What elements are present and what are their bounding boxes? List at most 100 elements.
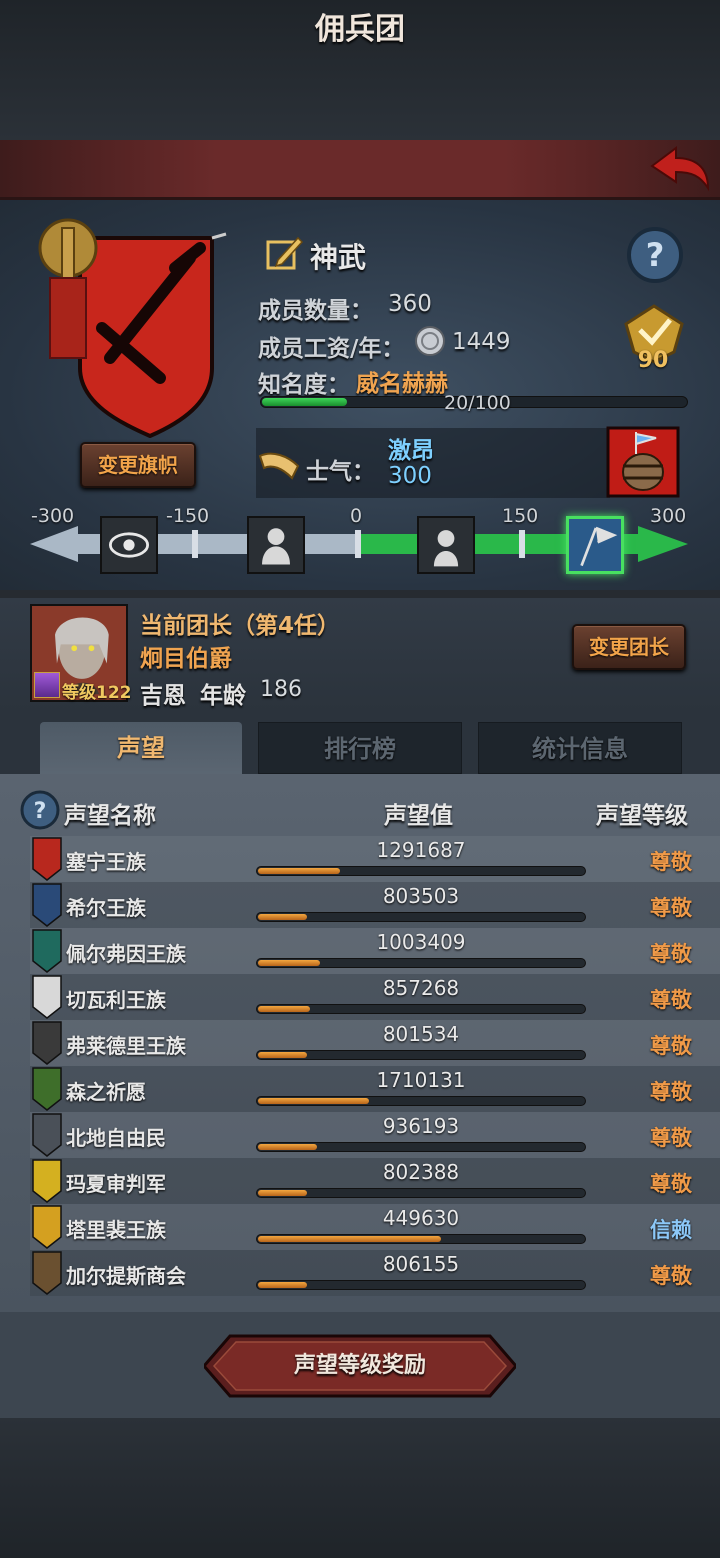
change-banner-button[interactable]: 变更旗帜 bbox=[80, 442, 196, 488]
svg-text:?: ? bbox=[646, 236, 665, 274]
scale-tick-label: 150 bbox=[502, 505, 539, 527]
faction-emblem-icon bbox=[32, 837, 62, 881]
reputation-row[interactable]: 森之祈愿 1710131 尊敬 bbox=[30, 1066, 720, 1112]
reputation-value: 449630 bbox=[382, 1206, 460, 1230]
morale-value: 300 bbox=[388, 463, 432, 489]
reputation-value: 857268 bbox=[382, 976, 460, 1000]
column-header-name: 声望名称 bbox=[64, 803, 156, 829]
reputation-row[interactable]: 佩尔弗因王族 1003409 尊敬 bbox=[30, 928, 720, 974]
reputation-value: 801534 bbox=[382, 1022, 460, 1046]
reputation-level: 尊敬 bbox=[650, 1080, 692, 1104]
reputation-progress-fill bbox=[258, 1282, 307, 1288]
tab-ranking[interactable]: 排行榜 bbox=[258, 722, 462, 774]
horn-icon bbox=[258, 452, 300, 480]
members-label: 成员数量： bbox=[258, 298, 373, 324]
reputation-progress-fill bbox=[258, 914, 307, 920]
reputation-row[interactable]: 北地自由民 936193 尊敬 bbox=[30, 1112, 720, 1158]
reputation-level: 尊敬 bbox=[650, 896, 692, 920]
leader-age: 186 bbox=[260, 677, 302, 702]
reputation-level: 尊敬 bbox=[650, 1034, 692, 1058]
help-icon[interactable]: ? bbox=[20, 790, 60, 830]
faction-emblem-icon bbox=[32, 975, 62, 1019]
faction-name: 切瓦利王族 bbox=[66, 988, 166, 1012]
page-title: 佣兵团 bbox=[315, 12, 405, 47]
supply-barrel-icon[interactable] bbox=[606, 426, 680, 498]
column-header-level: 声望等级 bbox=[596, 803, 688, 829]
reputation-progress-fill bbox=[258, 960, 320, 966]
faction-emblem-icon bbox=[32, 1113, 62, 1157]
faction-name: 塔里裴王族 bbox=[66, 1218, 166, 1242]
edit-name-icon[interactable] bbox=[264, 234, 304, 274]
reputation-value: 806155 bbox=[382, 1252, 460, 1276]
morale-despair-icon[interactable] bbox=[100, 516, 158, 574]
scale-tick-label: -300 bbox=[31, 505, 75, 527]
faction-name: 森之祈愿 bbox=[66, 1080, 146, 1104]
faction-emblem-icon bbox=[32, 883, 62, 927]
members-value: 360 bbox=[388, 291, 432, 317]
reputation-progress-fill bbox=[258, 1190, 307, 1196]
faction-emblem-icon bbox=[32, 1251, 62, 1295]
column-header-value: 声望值 bbox=[384, 803, 453, 829]
reputation-row[interactable]: 塞宁王族 1291687 尊敬 bbox=[30, 836, 720, 882]
class-icon bbox=[34, 672, 60, 698]
reputation-row[interactable]: 希尔王族 803503 尊敬 bbox=[30, 882, 720, 928]
reputation-value: 1003409 bbox=[376, 930, 466, 954]
reputation-progress-fill bbox=[258, 1144, 317, 1150]
reputation-level: 尊敬 bbox=[650, 988, 692, 1012]
reputation-row[interactable]: 玛夏审判军 802388 尊敬 bbox=[30, 1158, 720, 1204]
change-leader-button[interactable]: 变更团长 bbox=[572, 624, 686, 670]
faction-name: 加尔提斯商会 bbox=[66, 1264, 186, 1288]
help-icon[interactable]: ? bbox=[626, 226, 684, 284]
wage-value: 1449 bbox=[452, 329, 511, 355]
svg-text:?: ? bbox=[34, 799, 47, 824]
title-bar bbox=[0, 140, 720, 200]
faction-emblem-icon bbox=[32, 1021, 62, 1065]
scale-tick-label: 0 bbox=[350, 505, 363, 527]
morale-calm-icon[interactable] bbox=[417, 516, 475, 574]
company-name: 神武 bbox=[310, 241, 367, 274]
reputation-progress-fill bbox=[258, 1052, 307, 1058]
faction-name: 佩尔弗因王族 bbox=[66, 942, 186, 966]
reputation-level: 尊敬 bbox=[650, 1126, 692, 1150]
reputation-progress-fill bbox=[258, 1236, 441, 1242]
faction-emblem-icon bbox=[32, 1067, 62, 1111]
faction-name: 北地自由民 bbox=[66, 1126, 166, 1150]
tab-reputation[interactable]: 声望 bbox=[40, 722, 242, 774]
reputation-row[interactable]: 塔里裴王族 449630 信赖 bbox=[30, 1204, 720, 1250]
leader-name: 吉恩 bbox=[140, 683, 186, 709]
reputation-progress-fill bbox=[258, 1006, 310, 1012]
reputation-level: 尊敬 bbox=[650, 1264, 692, 1288]
reputation-value: 936193 bbox=[382, 1114, 460, 1138]
silver-coin-icon bbox=[415, 326, 445, 356]
leader-rank: 炯目伯爵 bbox=[140, 646, 232, 672]
rank-badge-value: 90 bbox=[637, 348, 669, 373]
reputation-progress-fill bbox=[258, 868, 340, 874]
morale-excited-icon[interactable] bbox=[566, 516, 624, 574]
faction-name: 塞宁王族 bbox=[66, 850, 146, 874]
reputation-level: 信赖 bbox=[650, 1218, 692, 1242]
faction-emblem-icon bbox=[32, 929, 62, 973]
fame-label: 知名度： bbox=[258, 372, 350, 398]
fame-progress-fill bbox=[262, 398, 347, 406]
back-arrow-icon[interactable] bbox=[646, 144, 712, 194]
company-banner-emblem bbox=[38, 218, 227, 438]
reputation-value: 1710131 bbox=[376, 1068, 466, 1092]
faction-name: 希尔王族 bbox=[66, 896, 146, 920]
wage-label: 成员工资/年： bbox=[258, 336, 405, 362]
reputation-level: 尊敬 bbox=[650, 1172, 692, 1196]
reputation-reward-label[interactable]: 声望等级奖励 bbox=[204, 1334, 516, 1398]
scale-tick-label: 300 bbox=[650, 505, 687, 527]
reputation-value: 803503 bbox=[382, 884, 460, 908]
reputation-row[interactable]: 切瓦利王族 857268 尊敬 bbox=[30, 974, 720, 1020]
morale-label: 士气： bbox=[306, 459, 375, 485]
faction-emblem-icon bbox=[32, 1205, 62, 1249]
morale-fear-icon[interactable] bbox=[247, 516, 305, 574]
reputation-progress-fill bbox=[258, 1098, 369, 1104]
reputation-value: 802388 bbox=[382, 1160, 460, 1184]
tab-statistics[interactable]: 统计信息 bbox=[478, 722, 682, 774]
reputation-row[interactable]: 弗莱德里王族 801534 尊敬 bbox=[30, 1020, 720, 1066]
reputation-value: 1291687 bbox=[376, 838, 466, 862]
reputation-row[interactable]: 加尔提斯商会 806155 尊敬 bbox=[30, 1250, 720, 1296]
leader-age-label: 年龄 bbox=[200, 683, 246, 709]
leader-level: 等级122 bbox=[62, 683, 132, 703]
